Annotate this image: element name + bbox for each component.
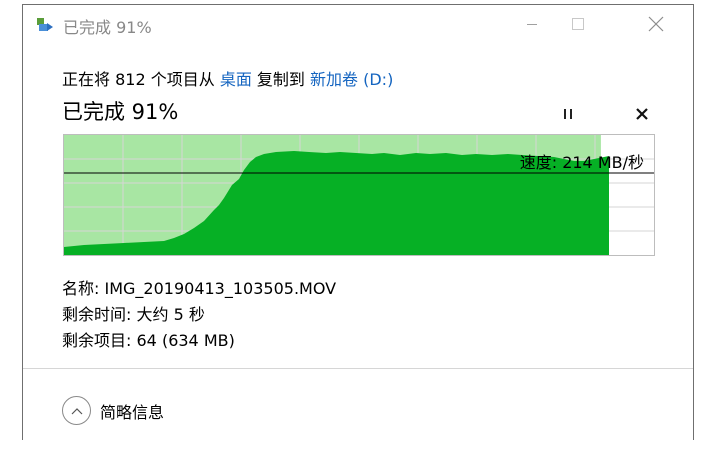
name-label: 名称:: [62, 279, 100, 298]
maximize-icon: [572, 18, 584, 30]
copy-transfer-icon: [36, 17, 56, 33]
cancel-button[interactable]: [627, 100, 657, 128]
info-name-row: 名称: IMG_20190413_103505.MOV: [62, 275, 336, 299]
close-icon: [648, 16, 664, 32]
copy-middle: 复制到: [256, 70, 305, 89]
close-button[interactable]: [633, 8, 679, 40]
title-bar[interactable]: 已完成 91%: [23, 5, 693, 43]
cancel-icon: [636, 108, 648, 120]
info-items-row: 剩余项目: 64 (634 MB): [62, 327, 235, 351]
source-link[interactable]: 桌面: [220, 70, 252, 89]
time-label: 剩余时间:: [62, 305, 132, 324]
items-value: 64 (634 MB): [136, 331, 235, 350]
speed-graph: 速度: 214 MB/秒: [63, 134, 655, 256]
collapse-details-button[interactable]: [62, 396, 91, 425]
maximize-button[interactable]: [555, 8, 601, 40]
dialog-footer: 简略信息: [23, 368, 693, 441]
copy-prefix: 正在将 812 个项目从: [62, 70, 215, 89]
pause-icon: [564, 109, 572, 119]
destination-link[interactable]: 新加卷 (D:): [310, 70, 393, 89]
name-value: IMG_20190413_103505.MOV: [104, 279, 337, 298]
window-title: 已完成 91%: [63, 18, 152, 37]
minimize-icon: [527, 24, 537, 25]
copy-dialog: 已完成 91% 正在将 812 个项目从 桌面 复制到 新加卷 (D:) 已完成…: [22, 4, 694, 441]
chevron-up-icon: [71, 407, 82, 414]
pause-button[interactable]: [553, 100, 583, 128]
time-value: 大约 5 秒: [136, 305, 205, 324]
copy-description: 正在将 812 个项目从 桌面 复制到 新加卷 (D:): [62, 66, 393, 90]
collapse-details-label[interactable]: 简略信息: [100, 399, 164, 423]
speed-label: 速度: 214 MB/秒: [519, 153, 644, 172]
items-label: 剩余项目:: [62, 331, 132, 350]
info-time-row: 剩余时间: 大约 5 秒: [62, 301, 205, 325]
minimize-button[interactable]: [509, 8, 555, 40]
progress-title: 已完成 91%: [62, 100, 179, 124]
